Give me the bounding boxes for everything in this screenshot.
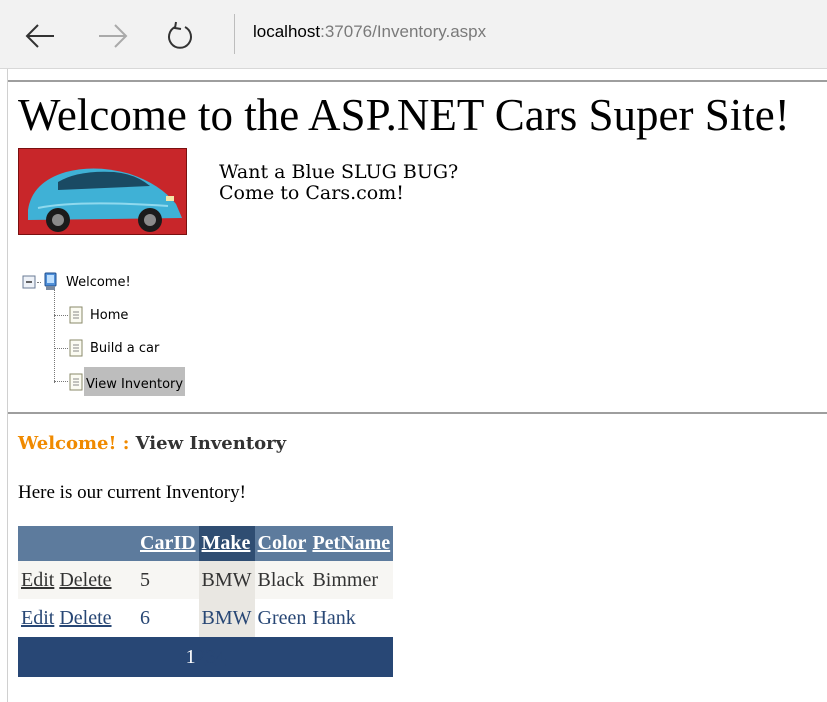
tree-node-build-a-car[interactable]: Build a car xyxy=(88,341,161,356)
page-title: Welcome to the ASP.NET Cars Super Site! xyxy=(18,90,790,140)
row-commands: Edit Delete xyxy=(18,561,137,599)
sort-make-link[interactable]: Make xyxy=(202,532,251,554)
grid-header-color[interactable]: Color xyxy=(254,526,310,561)
breadcrumb-separator: : xyxy=(122,433,130,454)
forward-arrow-icon xyxy=(99,24,128,48)
address-path: :37076/Inventory.aspx xyxy=(320,22,487,41)
pager: 1234 xyxy=(18,637,394,677)
refresh-button[interactable] xyxy=(160,18,200,54)
back-arrow-icon xyxy=(25,24,54,48)
collapse-icon[interactable] xyxy=(22,275,36,289)
forward-button[interactable] xyxy=(93,18,133,54)
edit-link[interactable]: Edit xyxy=(21,607,54,629)
tree-node-welcome[interactable]: Welcome! xyxy=(64,275,133,290)
inventory-grid: CarID Make Color PetName Edit Delete 5 B… xyxy=(18,526,394,677)
tree-root[interactable]: Welcome! xyxy=(22,272,133,292)
page-content: Welcome to the ASP.NET Cars Super Site! … xyxy=(0,69,827,702)
sort-carid-link[interactable]: CarID xyxy=(140,532,196,554)
cell-color: Black xyxy=(254,561,310,599)
tree-item-inventory[interactable]: View Inventory xyxy=(54,367,186,396)
pager-page-link[interactable]: 3 xyxy=(206,646,216,668)
grid-header-make[interactable]: Make xyxy=(198,526,255,561)
top-divider xyxy=(8,80,827,82)
cell-color: Green xyxy=(254,599,310,637)
cell-make: BMW xyxy=(198,599,255,637)
browser-toolbar: localhost:37076/Inventory.aspx xyxy=(0,0,827,69)
tree-node-view-inventory[interactable]: View Inventory xyxy=(84,367,186,396)
address-separator xyxy=(234,14,235,54)
address-host: localhost xyxy=(253,22,321,41)
pager-page-link[interactable]: 4 xyxy=(216,646,226,668)
ad-line-2: Come to Cars.com! xyxy=(219,182,404,204)
delete-link[interactable]: Delete xyxy=(59,569,111,591)
pager-page-link[interactable]: 2 xyxy=(196,646,206,668)
page-icon xyxy=(69,306,83,324)
inventory-intro-text: Here is our current Inventory! xyxy=(18,482,246,503)
refresh-icon xyxy=(168,21,192,49)
breadcrumb-current: View Inventory xyxy=(135,433,287,454)
cell-make: BMW xyxy=(198,561,255,599)
row-commands: Edit Delete xyxy=(18,599,137,637)
grid-header-command xyxy=(18,526,137,561)
sort-petname-link[interactable]: PetName xyxy=(312,532,390,554)
car-banner-image xyxy=(18,148,187,235)
middle-divider xyxy=(8,412,827,414)
edit-link[interactable]: Edit xyxy=(21,569,54,591)
ad-line-1: Want a Blue SLUG BUG? xyxy=(219,161,459,183)
grid-header-carid[interactable]: CarID xyxy=(137,526,199,561)
breadcrumb: Welcome! : View Inventory xyxy=(18,433,286,454)
computer-icon xyxy=(44,272,57,290)
delete-link[interactable]: Delete xyxy=(59,607,111,629)
cell-carid: 6 xyxy=(137,599,199,637)
pager-page-current: 1 xyxy=(185,645,196,668)
address-bar[interactable]: localhost:37076/Inventory.aspx xyxy=(253,22,486,42)
cell-petname: Bimmer xyxy=(309,561,394,599)
breadcrumb-root-link[interactable]: Welcome! xyxy=(18,433,116,454)
table-row: Edit Delete 5 BMW Black Bimmer xyxy=(18,561,394,599)
page-icon xyxy=(69,373,83,390)
cell-petname: Hank xyxy=(309,599,394,637)
sort-color-link[interactable]: Color xyxy=(258,532,307,554)
tree-item-build[interactable]: Build a car xyxy=(54,339,161,357)
grid-header-row: CarID Make Color PetName xyxy=(18,526,394,561)
table-row: Edit Delete 6 BMW Green Hank xyxy=(18,599,394,637)
ad-text: Want a Blue SLUG BUG? Come to Cars.com! xyxy=(219,162,458,204)
grid-pager-row: 1234 xyxy=(18,637,394,677)
tree-item-home[interactable]: Home xyxy=(54,306,130,324)
grid-header-petname[interactable]: PetName xyxy=(309,526,394,561)
cell-carid: 5 xyxy=(137,561,199,599)
page-icon xyxy=(69,339,83,357)
back-button[interactable] xyxy=(20,18,60,54)
tree-node-home[interactable]: Home xyxy=(88,308,130,323)
page-left-border xyxy=(7,69,8,702)
